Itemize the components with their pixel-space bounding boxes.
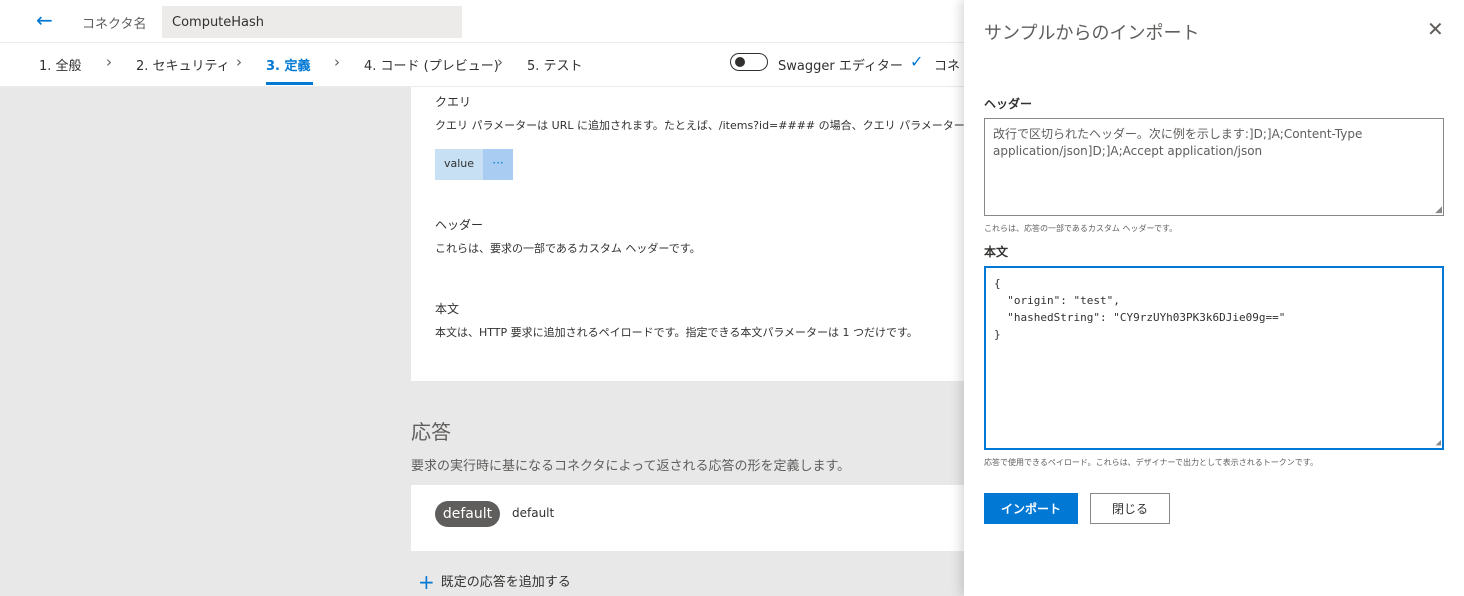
query-title: クエリ	[435, 95, 472, 109]
parameter-name: value	[444, 157, 475, 170]
headers-textarea[interactable]: 改行で区切られたヘッダー。次に例を示します:]D;]A;Content-Type…	[984, 118, 1444, 216]
active-step-indicator	[266, 82, 313, 85]
checkmark-icon: ✓	[910, 52, 924, 71]
resize-grip-icon[interactable]: ◢	[1435, 206, 1442, 215]
toggle-knob	[735, 57, 745, 67]
plus-icon: +	[418, 570, 435, 594]
connector-name-label: コネクタ名	[82, 17, 147, 32]
add-default-response-label: 既定の応答を追加する	[440, 575, 571, 590]
query-description: クエリ パラメーターは URL に追加されます。たとえば、/items?id=#…	[435, 119, 964, 132]
definition-canvas: クエリ クエリ パラメーターは URL に追加されます。たとえば、/items?…	[0, 87, 964, 596]
chevron-right-icon: ›	[497, 53, 503, 71]
headers-label: ヘッダー	[984, 97, 1033, 111]
headers-placeholder: 改行で区切られたヘッダー。次に例を示します:]D;]A;Content-Type…	[993, 127, 1363, 158]
step-test[interactable]: 5. テスト	[527, 55, 583, 74]
default-response-label: default	[512, 506, 555, 520]
response-description: 要求の実行時に基になるコネクタによって返される応答の形を定義します。	[411, 459, 851, 474]
resize-grip-icon[interactable]: ◢	[1436, 439, 1441, 448]
step-general[interactable]: 1. 全般	[39, 55, 82, 74]
headers-description: これらは、要求の一部であるカスタム ヘッダーです。	[435, 242, 701, 255]
close-button[interactable]: 閉じる	[1090, 493, 1170, 524]
chevron-right-icon: ›	[106, 53, 112, 71]
body-json: { "origin": "test", "hashedString": "CY9…	[994, 277, 1286, 341]
request-card: クエリ クエリ パラメーターは URL に追加されます。たとえば、/items?…	[411, 87, 964, 381]
body-label: 本文	[984, 245, 1009, 259]
top-bar: ← コネクタ名	[0, 0, 964, 43]
close-icon[interactable]: ✕	[1427, 18, 1444, 40]
step-definition[interactable]: 3. 定義	[266, 55, 311, 74]
swagger-editor-label: Swagger エディター	[778, 59, 903, 74]
step-code-preview[interactable]: 4. コード (プレビュー)	[364, 55, 499, 74]
response-card: default default	[411, 485, 964, 551]
import-button[interactable]: インポート	[984, 493, 1078, 524]
response-title: 応答	[411, 420, 451, 444]
body-textarea[interactable]: { "origin": "test", "hashedString": "CY9…	[984, 266, 1444, 450]
add-default-response-button[interactable]: + 既定の応答を追加する	[418, 570, 571, 594]
step-navigation: 1. 全般 › 2. セキュリティ › 3. 定義 › 4. コード (プレビュ…	[0, 43, 964, 87]
body-hint: 応答で使用できるペイロード。これらは、デザイナーで出力として表示されるトークンで…	[984, 458, 1318, 467]
query-parameter-pill[interactable]: value ···	[435, 149, 513, 180]
create-connector-button[interactable]: コネ	[934, 55, 960, 74]
panel-title: サンプルからのインポート	[984, 23, 1200, 44]
arrow-left-icon[interactable]: ←	[36, 8, 53, 32]
import-from-sample-panel: サンプルからのインポート ✕ ヘッダー 改行で区切られたヘッダー。次に例を示しま…	[964, 0, 1464, 596]
more-options-icon[interactable]: ···	[483, 149, 513, 180]
default-response-badge[interactable]: default	[435, 501, 500, 527]
chevron-right-icon: ›	[334, 53, 340, 71]
body-description: 本文は、HTTP 要求に追加されるペイロードです。指定できる本文パラメーターは …	[435, 326, 918, 339]
body-title: 本文	[435, 302, 460, 316]
headers-hint: これらは、応答の一部であるカスタム ヘッダーです。	[984, 224, 1178, 233]
connector-name-input[interactable]	[162, 6, 462, 38]
chevron-right-icon: ›	[236, 53, 242, 71]
headers-title: ヘッダー	[435, 218, 484, 232]
step-security[interactable]: 2. セキュリティ	[136, 55, 230, 74]
swagger-editor-toggle[interactable]	[730, 53, 768, 71]
